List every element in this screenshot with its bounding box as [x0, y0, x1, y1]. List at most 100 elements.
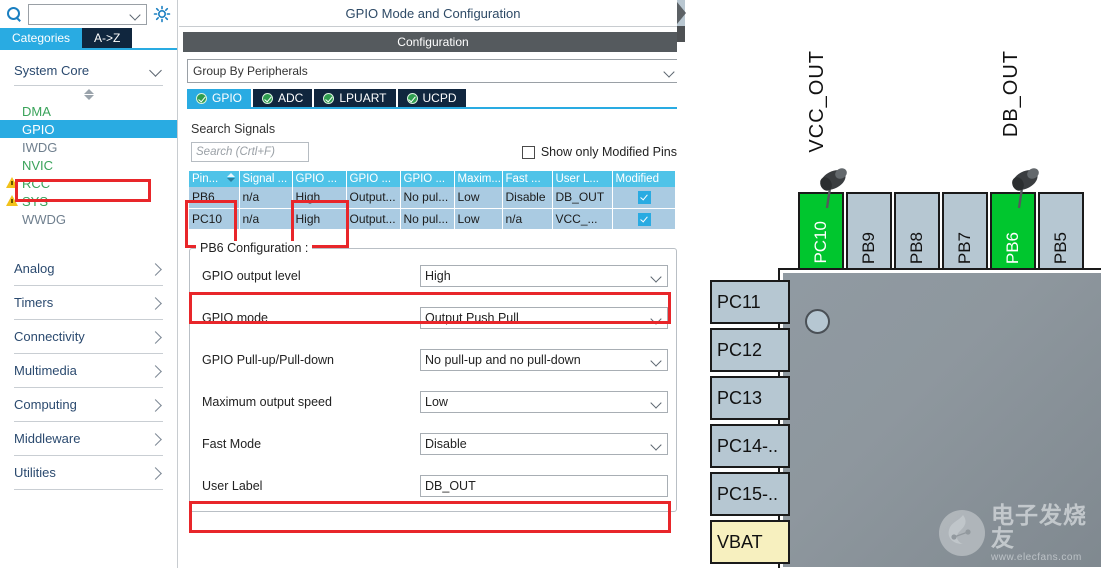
column-header-modified[interactable]: Modified — [612, 171, 676, 187]
tab-strip-filler — [132, 28, 177, 48]
scroll-up-arrow-icon[interactable] — [83, 88, 94, 94]
panel-splitter[interactable] — [677, 0, 687, 568]
sidebar-item-multimedia[interactable]: Multimedia — [14, 354, 163, 388]
sidebar-item-utilities[interactable]: Utilities — [14, 456, 163, 490]
tab-gpio[interactable]: GPIO — [187, 89, 252, 107]
column-header-maximum-speed[interactable]: Maxim... — [454, 171, 503, 187]
chevron-down-icon[interactable] — [649, 350, 665, 370]
column-header-gpio-pull[interactable]: GPIO ... — [400, 171, 455, 187]
scroll-spinner[interactable] — [0, 86, 177, 102]
sidebar-item-iwdg[interactable]: IWDG — [0, 138, 177, 156]
column-header-gpio-mode[interactable]: GPIO ... — [346, 171, 401, 187]
sidebar-item-middleware[interactable]: Middleware — [14, 422, 163, 456]
pin-name: PC12 — [717, 339, 763, 360]
modified-checkbox[interactable] — [637, 191, 651, 205]
tab-adc-label: ADC — [278, 91, 304, 105]
check-circle-icon — [262, 92, 274, 104]
chevron-down-icon[interactable] — [128, 5, 144, 24]
column-header-gpio-pull-label: GPIO ... — [403, 173, 446, 185]
column-header-fast-mode[interactable]: Fast ... — [502, 171, 553, 187]
search-signals-input[interactable]: Search (Crtl+F) — [191, 142, 309, 162]
gpio-output-level-select[interactable]: High — [420, 264, 668, 287]
sidebar-search-row — [0, 0, 177, 28]
pin-pb5[interactable]: PB5 — [1038, 192, 1084, 270]
sidebar-item-connectivity[interactable]: Connectivity — [14, 320, 163, 354]
tab-ucpd[interactable]: UCPD — [397, 89, 466, 107]
sort-arrows-icon[interactable] — [226, 173, 235, 182]
tab-lpuart[interactable]: LPUART — [314, 89, 396, 107]
tab-categories-label: Categories — [12, 31, 71, 45]
column-header-pin[interactable]: Pin... — [189, 171, 240, 187]
splitter-grip-dark[interactable] — [677, 26, 685, 42]
group-by-select[interactable]: Group By Peripherals — [187, 59, 681, 83]
pinout-view[interactable]: VCC_OUT DB_OUT PC10 PB9 PB8 PB7 PB6 PB5 — [688, 0, 1101, 568]
field-value: No pull-up and no pull-down — [425, 352, 581, 367]
collapse-arrow-icon[interactable] — [677, 2, 686, 24]
sidebar-item-rcc[interactable]: RCC — [0, 174, 177, 192]
pin-pc14[interactable]: PC14-.. — [710, 424, 790, 468]
sidebar-item-sys[interactable]: SYS — [0, 192, 177, 210]
chevron-down-icon[interactable] — [662, 60, 678, 82]
gear-icon[interactable] — [153, 5, 171, 23]
scroll-down-arrow-icon[interactable] — [83, 94, 94, 100]
modified-checkbox[interactable] — [637, 212, 651, 226]
sidebar-item-dma[interactable]: DMA — [0, 102, 177, 120]
column-header-fast-mode-label: Fast ... — [505, 173, 541, 185]
column-header-signal[interactable]: Signal ... — [239, 171, 293, 187]
sidebar-item-gpio[interactable]: GPIO — [0, 120, 177, 138]
table-row[interactable]: PB6 n/a High Output... No pul... Low Dis… — [189, 187, 676, 209]
group-system-core-label: System Core — [14, 63, 90, 78]
chevron-down-icon[interactable] — [649, 266, 665, 286]
sidebar-item-analog[interactable]: Analog — [14, 252, 163, 286]
tab-adc[interactable]: ADC — [253, 89, 313, 107]
cell-modified[interactable] — [612, 187, 676, 209]
peripheral-tab-filler — [467, 89, 683, 107]
column-header-user-label-label: User L... — [555, 173, 599, 185]
pin-pb7[interactable]: PB7 — [942, 192, 988, 270]
column-header-user-label[interactable]: User L... — [552, 171, 613, 187]
pin-pb9[interactable]: PB9 — [846, 192, 892, 270]
gpio-pull-select[interactable]: No pull-up and no pull-down — [420, 348, 668, 371]
chevron-down-icon[interactable] — [649, 308, 665, 328]
show-modified-pins-row[interactable]: Show only Modified Pins — [521, 145, 677, 159]
chevron-down-icon[interactable] — [149, 64, 163, 78]
check-circle-icon — [406, 92, 418, 104]
chevron-right-icon — [149, 330, 163, 344]
field-fast-mode: Fast Mode Disable — [198, 431, 668, 457]
sidebar-item-timers[interactable]: Timers — [14, 286, 163, 320]
field-label: User Label — [202, 478, 263, 493]
chevron-down-icon[interactable] — [649, 434, 665, 454]
sidebar-item-computing[interactable]: Computing — [14, 388, 163, 422]
user-label-input[interactable]: DB_OUT — [420, 474, 668, 497]
chevron-down-icon[interactable] — [649, 392, 665, 412]
page-title: GPIO Mode and Configuration — [179, 0, 687, 27]
maximum-output-speed-select[interactable]: Low — [420, 390, 668, 413]
gpio-mode-select[interactable]: Output Push Pull — [420, 306, 668, 329]
watermark: 电子发烧友 www.elecfans.com — [939, 502, 1101, 564]
show-modified-pins-checkbox[interactable] — [521, 145, 535, 159]
table-row[interactable]: PC10 n/a High Output... No pul... Low n/… — [189, 208, 676, 230]
search-signals-label: Search Signals — [191, 122, 276, 136]
sidebar-item-nvic[interactable]: NVIC — [0, 156, 177, 174]
cell-modified[interactable] — [612, 208, 676, 230]
pin-pc15[interactable]: PC15-.. — [710, 472, 790, 516]
sidebar-search-combo[interactable] — [28, 3, 147, 25]
pin-pc12[interactable]: PC12 — [710, 328, 790, 372]
sidebar-item-wwdg[interactable]: WWDG — [0, 210, 177, 228]
pin-pb8[interactable]: PB8 — [894, 192, 940, 270]
pin-pc13[interactable]: PC13 — [710, 376, 790, 420]
sidebar-item-label: IWDG — [22, 139, 58, 155]
pin-pc11[interactable]: PC11 — [710, 280, 790, 324]
fast-mode-select[interactable]: Disable — [420, 432, 668, 455]
field-value: Output Push Pull — [425, 310, 519, 325]
group-system-core[interactable]: System Core — [14, 56, 163, 86]
cell-signal: n/a — [239, 208, 293, 230]
column-header-signal-label: Signal ... — [242, 173, 288, 185]
pin-vbat[interactable]: VBAT — [710, 520, 790, 564]
column-header-gpio-output-level[interactable]: GPIO ... — [292, 171, 347, 187]
tab-a-to-z-label: A->Z — [94, 31, 121, 45]
watermark-cn: 电子发烧友 — [991, 501, 1087, 551]
tab-categories[interactable]: Categories — [0, 28, 83, 48]
tab-a-to-z[interactable]: A->Z — [82, 28, 133, 48]
check-circle-icon — [196, 92, 207, 104]
